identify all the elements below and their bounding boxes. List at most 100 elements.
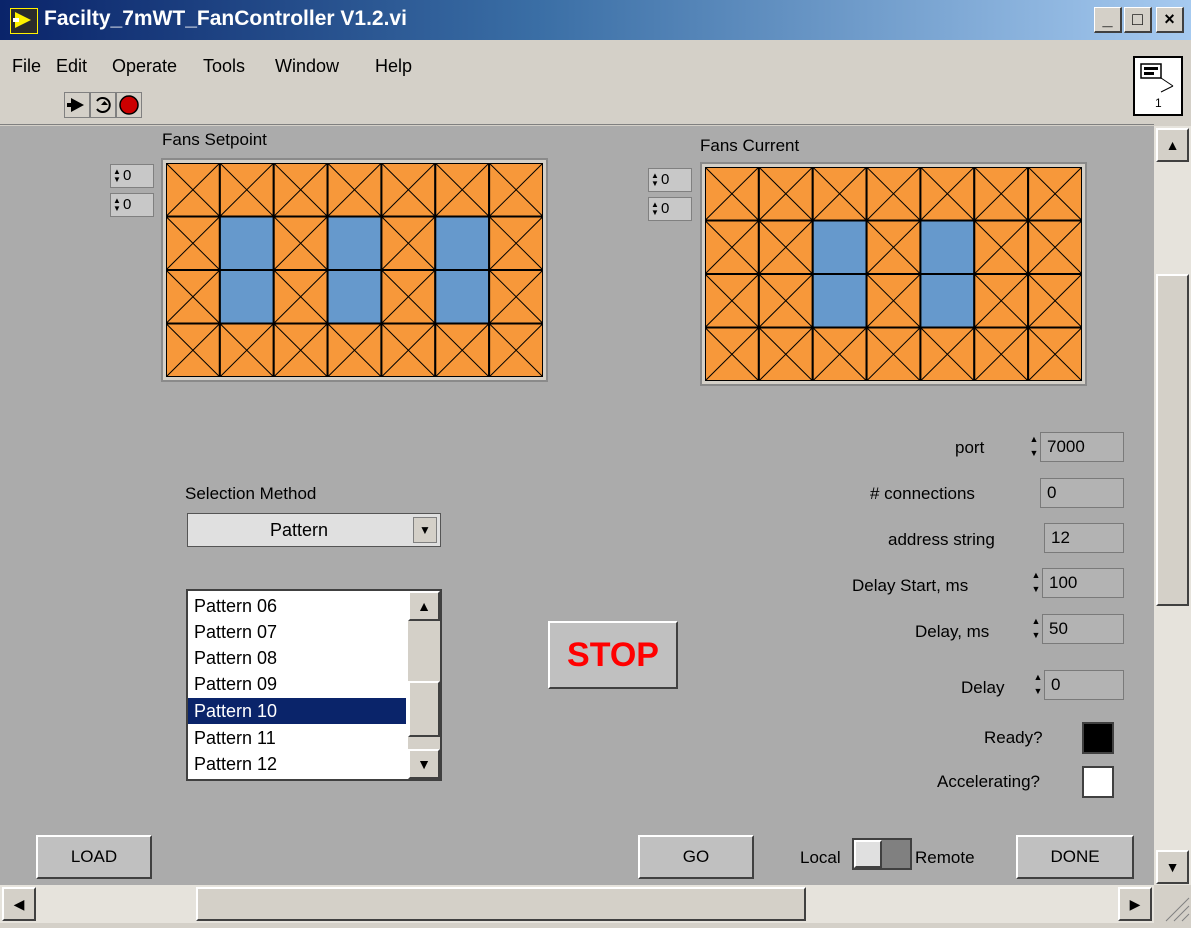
list-item[interactable]: Pattern 08 bbox=[188, 645, 406, 671]
port-field[interactable]: 7000 bbox=[1040, 432, 1124, 462]
vertical-scroll-thumb[interactable] bbox=[1156, 274, 1189, 606]
fan-cell-off[interactable] bbox=[488, 215, 543, 271]
fan-cell-off[interactable] bbox=[326, 163, 383, 218]
fan-cell-off[interactable] bbox=[973, 273, 1030, 329]
fan-cell-off[interactable] bbox=[865, 326, 922, 382]
pattern-listbox[interactable]: Pattern 06 Pattern 07 Pattern 08 Pattern… bbox=[186, 589, 442, 781]
scroll-up-icon[interactable]: ▲ bbox=[1156, 128, 1189, 162]
current-col-index[interactable]: ▲ ▼ 0 bbox=[648, 197, 692, 221]
fan-cell-off[interactable] bbox=[1027, 219, 1082, 275]
fan-cell-off[interactable] bbox=[705, 326, 760, 382]
fan-cell-off[interactable] bbox=[434, 163, 491, 218]
go-button[interactable]: GO bbox=[638, 835, 754, 879]
horizontal-scroll-thumb[interactable] bbox=[196, 887, 806, 921]
fan-cell-on[interactable] bbox=[434, 215, 491, 271]
fan-cell-off[interactable] bbox=[380, 269, 437, 325]
fan-cell-off[interactable] bbox=[811, 167, 868, 222]
switch-knob[interactable] bbox=[854, 840, 882, 868]
list-item[interactable]: Pattern 09 bbox=[188, 671, 406, 697]
fan-cell-off[interactable] bbox=[919, 326, 976, 382]
menu-window[interactable]: Window bbox=[275, 56, 339, 77]
fan-cell-off[interactable] bbox=[166, 215, 221, 271]
fan-cell-off[interactable] bbox=[1027, 273, 1082, 329]
fan-cell-off[interactable] bbox=[705, 167, 760, 222]
fan-cell-off[interactable] bbox=[272, 269, 329, 325]
fan-cell-off[interactable] bbox=[1027, 326, 1082, 382]
fan-cell-off[interactable] bbox=[380, 215, 437, 271]
minimize-button[interactable]: _ bbox=[1094, 7, 1122, 33]
fan-cell-off[interactable] bbox=[218, 163, 275, 218]
fan-cell-on[interactable] bbox=[326, 269, 383, 325]
chevron-down-icon[interactable]: ▼ bbox=[413, 517, 437, 543]
list-item[interactable]: Pattern 07 bbox=[188, 619, 406, 645]
menu-operate[interactable]: Operate bbox=[112, 56, 177, 77]
done-button[interactable]: DONE bbox=[1016, 835, 1134, 879]
listbox-scroll-thumb[interactable] bbox=[408, 681, 440, 737]
resize-grip-icon[interactable] bbox=[1154, 885, 1191, 923]
fan-cell-off[interactable] bbox=[865, 273, 922, 329]
vertical-scrollbar[interactable]: ▲ ▼ bbox=[1154, 126, 1191, 885]
fan-cell-on[interactable] bbox=[919, 273, 976, 329]
delay-field[interactable]: 0 bbox=[1044, 670, 1124, 700]
fan-cell-off[interactable] bbox=[757, 219, 814, 275]
fan-cell-on[interactable] bbox=[434, 269, 491, 325]
fan-cell-off[interactable] bbox=[973, 167, 1030, 222]
abort-icon[interactable] bbox=[116, 92, 142, 118]
run-continuously-icon[interactable] bbox=[90, 92, 116, 118]
fan-cell-on[interactable] bbox=[811, 219, 868, 275]
fan-cell-on[interactable] bbox=[326, 215, 383, 271]
menu-help[interactable]: Help bbox=[375, 56, 412, 77]
close-button[interactable]: × bbox=[1156, 7, 1184, 33]
list-item[interactable]: Pattern 06 bbox=[188, 593, 406, 619]
fan-cell-on[interactable] bbox=[919, 219, 976, 275]
scroll-down-icon[interactable]: ▼ bbox=[408, 749, 440, 779]
fan-cell-on[interactable] bbox=[218, 269, 275, 325]
fan-cell-off[interactable] bbox=[272, 215, 329, 271]
scroll-right-icon[interactable]: ▶ bbox=[1118, 887, 1152, 921]
delay-ms-field[interactable]: 50 bbox=[1042, 614, 1124, 644]
current-row-index[interactable]: ▲ ▼ 0 bbox=[648, 168, 692, 192]
run-icon[interactable] bbox=[64, 92, 90, 118]
scroll-left-icon[interactable]: ◀ bbox=[2, 887, 36, 921]
menu-edit[interactable]: Edit bbox=[56, 56, 87, 77]
delay-start-field[interactable]: 100 bbox=[1042, 568, 1124, 598]
port-stepper[interactable]: ▲ ▼ bbox=[1028, 432, 1040, 462]
listbox-scrollbar[interactable]: ▲ ▼ bbox=[408, 591, 440, 779]
fan-cell-off[interactable] bbox=[757, 167, 814, 222]
fan-cell-off[interactable] bbox=[973, 326, 1030, 382]
delay-stepper[interactable]: ▲ ▼ bbox=[1032, 670, 1044, 700]
fan-cell-off[interactable] bbox=[811, 326, 868, 382]
fan-cell-off[interactable] bbox=[218, 322, 275, 378]
fan-cell-on[interactable] bbox=[811, 273, 868, 329]
stop-button[interactable]: STOP bbox=[548, 621, 678, 689]
fan-cell-off[interactable] bbox=[865, 167, 922, 222]
fan-cell-off[interactable] bbox=[326, 322, 383, 378]
fan-cell-off[interactable] bbox=[488, 322, 543, 378]
menu-tools[interactable]: Tools bbox=[203, 56, 245, 77]
load-button[interactable]: LOAD bbox=[36, 835, 152, 879]
fan-cell-off[interactable] bbox=[434, 322, 491, 378]
fan-cell-off[interactable] bbox=[1027, 167, 1082, 222]
maximize-button[interactable]: □ bbox=[1124, 7, 1152, 33]
setpoint-row-index[interactable]: ▲ ▼ 0 bbox=[110, 164, 154, 188]
fan-cell-off[interactable] bbox=[705, 219, 760, 275]
setpoint-col-index[interactable]: ▲ ▼ 0 bbox=[110, 193, 154, 217]
menu-file[interactable]: File bbox=[12, 56, 41, 77]
delay-start-stepper[interactable]: ▲ ▼ bbox=[1030, 568, 1042, 598]
fan-cell-off[interactable] bbox=[757, 273, 814, 329]
fan-cell-off[interactable] bbox=[272, 322, 329, 378]
selection-method-select[interactable]: Pattern ▼ bbox=[187, 513, 441, 547]
scroll-up-icon[interactable]: ▲ bbox=[408, 591, 440, 621]
fan-cell-off[interactable] bbox=[272, 163, 329, 218]
fan-cell-off[interactable] bbox=[166, 322, 221, 378]
local-remote-switch[interactable] bbox=[852, 838, 912, 870]
fan-cell-off[interactable] bbox=[757, 326, 814, 382]
fan-cell-off[interactable] bbox=[166, 269, 221, 325]
fan-cell-off[interactable] bbox=[166, 163, 221, 218]
horizontal-scrollbar[interactable]: ◀ ▶ bbox=[0, 885, 1154, 923]
fan-cell-off[interactable] bbox=[865, 219, 922, 275]
list-item[interactable]: Pattern 11 bbox=[188, 725, 406, 751]
scroll-down-icon[interactable]: ▼ bbox=[1156, 850, 1189, 884]
fan-cell-on[interactable] bbox=[218, 215, 275, 271]
list-item-selected[interactable]: Pattern 10 bbox=[188, 698, 406, 724]
